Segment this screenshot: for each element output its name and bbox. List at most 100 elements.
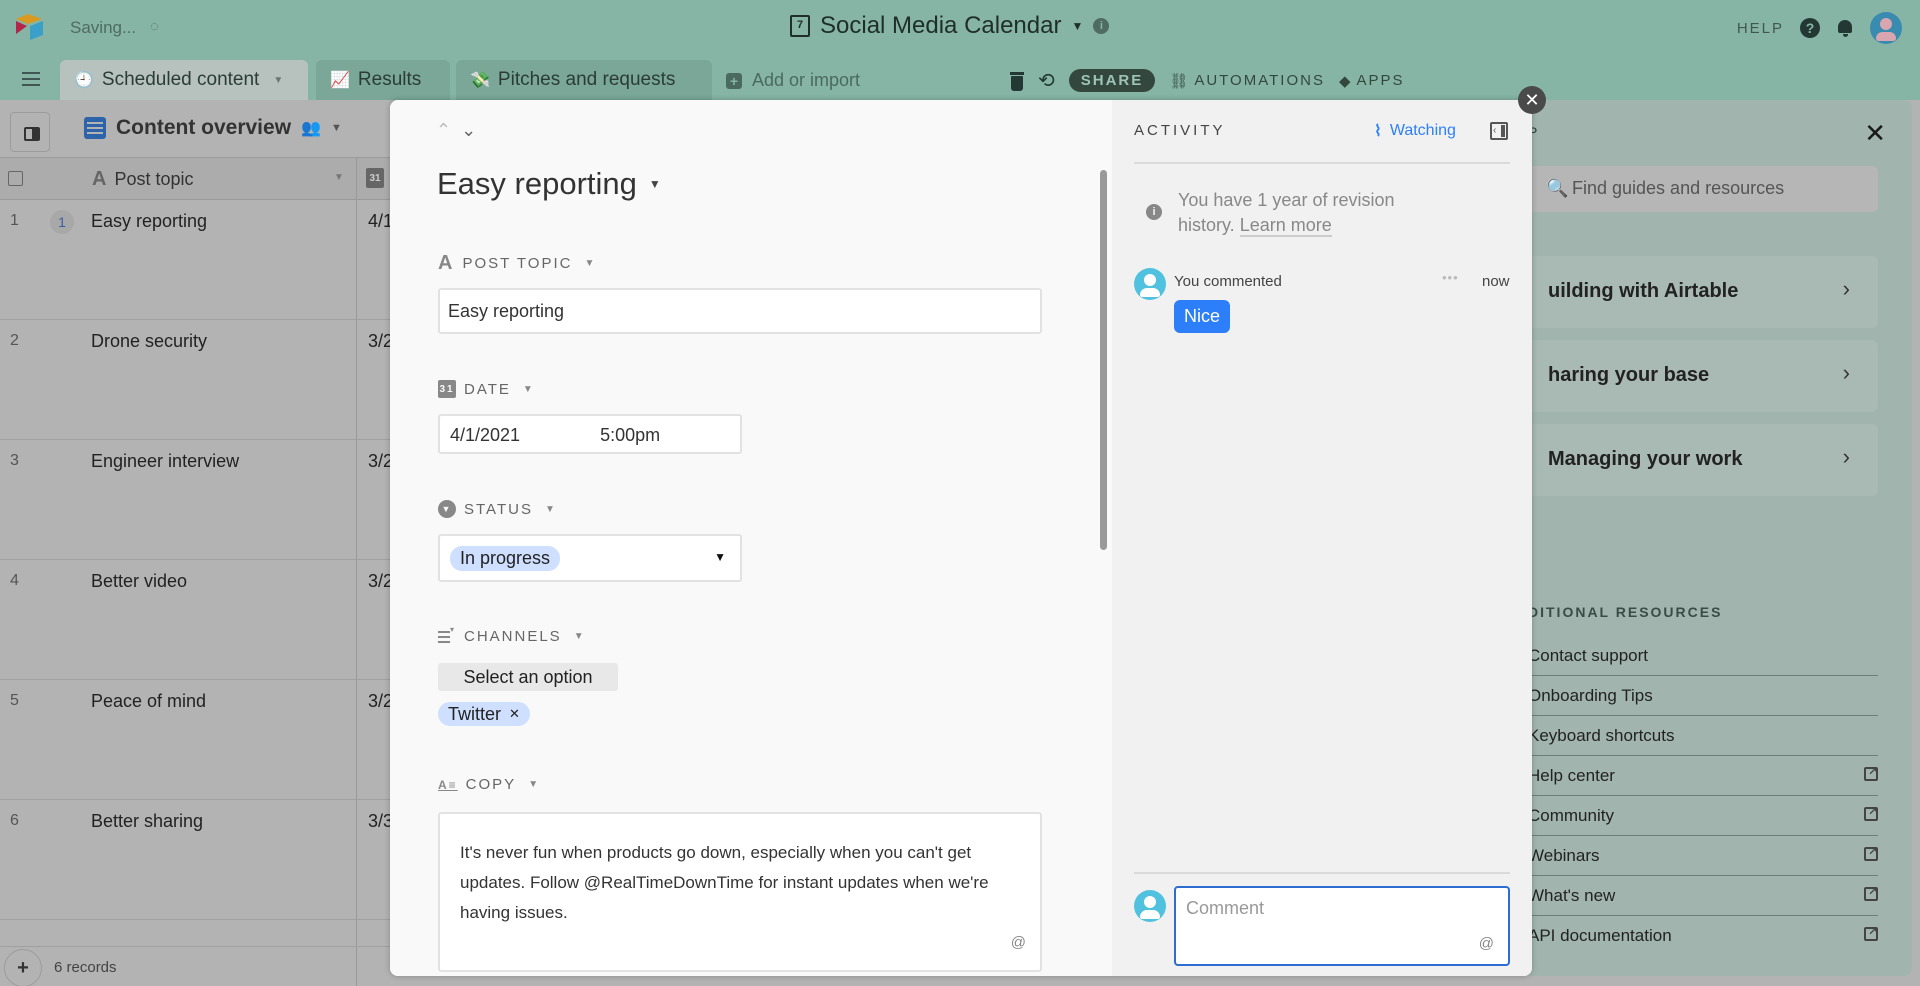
base-title[interactable]: 7 Social Media Calendar ▼ i (790, 12, 1110, 40)
cell-post-topic[interactable]: Drone security (91, 331, 207, 352)
airtable-logo-icon[interactable] (14, 13, 46, 41)
cell-post-topic[interactable]: Better video (91, 571, 187, 592)
notifications-bell-icon[interactable] (1836, 18, 1854, 38)
tab-results[interactable]: 📈 Results (316, 60, 450, 100)
field-label-channels[interactable]: CHANNELS ▼ (438, 627, 586, 645)
remove-tag-icon[interactable]: ✕ (509, 706, 520, 722)
help-link-help-center[interactable]: Help center (1528, 756, 1878, 796)
help-link-keyboard-shortcuts[interactable]: Keyboard shortcuts (1528, 716, 1878, 756)
row-number: 1 (10, 212, 19, 229)
date-field-icon[interactable]: 31 (366, 168, 384, 188)
table-row[interactable]: 4 Better video 3/2 (0, 560, 400, 680)
learn-more-link[interactable]: Learn more (1239, 215, 1332, 237)
activity-title: ACTIVITY (1134, 122, 1226, 139)
time-value[interactable]: 5:00pm (600, 425, 660, 445)
table-row[interactable]: 3 Engineer interview 3/2 (0, 440, 400, 560)
add-record-button[interactable]: + (4, 949, 42, 986)
info-icon: i (1146, 204, 1162, 220)
table-row[interactable]: 2 Drone security 3/2 (0, 320, 400, 440)
link-label: API documentation (1528, 926, 1672, 945)
tab-label: Results (357, 69, 422, 90)
chevron-down-icon[interactable]: ▼ (649, 177, 661, 191)
chevron-down-icon[interactable]: ▼ (1071, 19, 1083, 33)
mention-icon[interactable]: @ (1011, 928, 1026, 958)
cell-post-topic[interactable]: Engineer interview (91, 451, 239, 472)
record-scrollbar[interactable] (1100, 170, 1107, 550)
share-button[interactable]: SHARE (1068, 69, 1156, 92)
select-all-checkbox[interactable] (8, 171, 23, 186)
add-or-import-button[interactable]: + Add or import (726, 70, 860, 91)
table-row[interactable]: 6 Better sharing 3/3 (0, 800, 400, 920)
next-record-chevron-down-icon[interactable]: ⌄ (461, 120, 476, 141)
tab-scheduled-content[interactable]: 🕘 Scheduled content ▼ (60, 60, 308, 100)
copy-textarea[interactable]: It's never fun when products go down, es… (438, 812, 1042, 972)
help-link-contact-support[interactable]: Contact support (1528, 636, 1878, 676)
post-topic-input[interactable]: Easy reporting (438, 288, 1042, 334)
info-icon[interactable]: i (1093, 18, 1110, 34)
text-field-icon: A (92, 168, 107, 190)
user-avatar[interactable] (1870, 12, 1902, 44)
help-link-api-documentation[interactable]: API documentation (1528, 916, 1878, 956)
search-placeholder: Find guides and resources (1572, 178, 1785, 198)
automations-button[interactable]: ⛓ AUTOMATIONS (1169, 72, 1325, 90)
date-input[interactable]: 4/1/2021 5:00pm (438, 414, 742, 454)
menu-hamburger-icon[interactable] (22, 72, 40, 86)
view-switcher[interactable]: Content overview 👥 ▼ (84, 116, 342, 140)
table-row[interactable]: 5 Peace of mind 3/2 (0, 680, 400, 800)
field-label-status[interactable]: ▼ STATUS ▼ (438, 500, 557, 518)
cell-post-topic[interactable]: Easy reporting (91, 211, 207, 232)
help-button[interactable]: HELP (1737, 20, 1784, 37)
status-select[interactable]: In progress ▼ (438, 534, 742, 582)
chevron-down-icon[interactable]: ▼ (528, 779, 540, 790)
record-title[interactable]: Easy reporting ▼ (437, 166, 661, 202)
field-label-date[interactable]: 31 DATE ▼ (438, 380, 535, 398)
comment-count-badge[interactable]: 1 (50, 210, 74, 234)
previous-record-chevron-up-icon[interactable]: ⌃ (436, 120, 451, 141)
history-icon[interactable]: ⟲ (1038, 68, 1055, 93)
saving-status: Saving... (70, 18, 137, 37)
chevron-down-icon[interactable]: ▼ (574, 631, 586, 642)
help-link-webinars[interactable]: Webinars (1528, 836, 1878, 876)
trash-icon[interactable] (1010, 71, 1024, 91)
cell-post-topic[interactable]: Peace of mind (91, 691, 206, 712)
close-record-button[interactable]: ✕ (1518, 86, 1546, 114)
help-link-onboarding-tips[interactable]: Onboarding Tips (1528, 676, 1878, 716)
status-pill: In progress (450, 546, 561, 571)
external-link-icon (1864, 765, 1878, 781)
question-icon[interactable]: ? (1800, 18, 1820, 38)
chevron-down-icon[interactable]: ▼ (331, 122, 342, 134)
apps-button[interactable]: ◆ APPS (1339, 72, 1405, 90)
field-label-text: COPY (465, 776, 517, 793)
comment-input[interactable] (1186, 898, 1498, 954)
date-value[interactable]: 4/1/2021 (450, 425, 520, 445)
chevron-down-icon[interactable]: ▼ (545, 504, 557, 515)
tab-pitches-and-requests[interactable]: 💸 Pitches and requests (456, 60, 712, 100)
help-link-community[interactable]: Community (1528, 796, 1878, 836)
chevron-down-icon[interactable]: ▼ (523, 384, 535, 395)
base-name[interactable]: Social Media Calendar (820, 12, 1061, 40)
chevron-down-icon[interactable]: ▼ (584, 258, 596, 269)
link-label: What's new (1528, 886, 1616, 905)
more-options-icon[interactable]: ••• (1442, 270, 1459, 285)
table-row[interactable]: 1 1 Easy reporting 4/1 (0, 200, 400, 320)
field-label-post-topic[interactable]: A POST TOPIC ▼ (438, 252, 596, 275)
chevron-right-icon: › (1842, 276, 1850, 301)
chevron-down-icon[interactable]: ▼ (334, 172, 344, 183)
collapse-panel-icon[interactable]: ‹ (1490, 122, 1508, 140)
help-link-whats-new[interactable]: What's new (1528, 876, 1878, 916)
dropdown-arrow-icon[interactable]: ▼ (714, 550, 726, 564)
field-label-copy[interactable]: A≡ COPY ▼ (438, 776, 540, 793)
automations-label: AUTOMATIONS (1194, 72, 1325, 89)
cell-post-topic[interactable]: Better sharing (91, 811, 203, 832)
comment-input-box[interactable]: @ (1174, 886, 1510, 966)
select-option-button[interactable]: Select an option (438, 663, 618, 691)
copy-text: It's never fun when products go down, es… (460, 843, 989, 922)
sidebar-toggle-button[interactable] (10, 112, 50, 152)
link-label: Help center (1528, 766, 1615, 785)
link-label: Contact support (1528, 646, 1649, 665)
watching-toggle[interactable]: ⌇ Watching (1374, 121, 1456, 141)
mention-icon[interactable]: @ (1479, 935, 1494, 952)
column-header-post-topic[interactable]: A Post topic (92, 168, 194, 191)
close-icon[interactable]: ✕ (1864, 118, 1886, 149)
chevron-down-icon[interactable]: ▼ (273, 75, 283, 86)
